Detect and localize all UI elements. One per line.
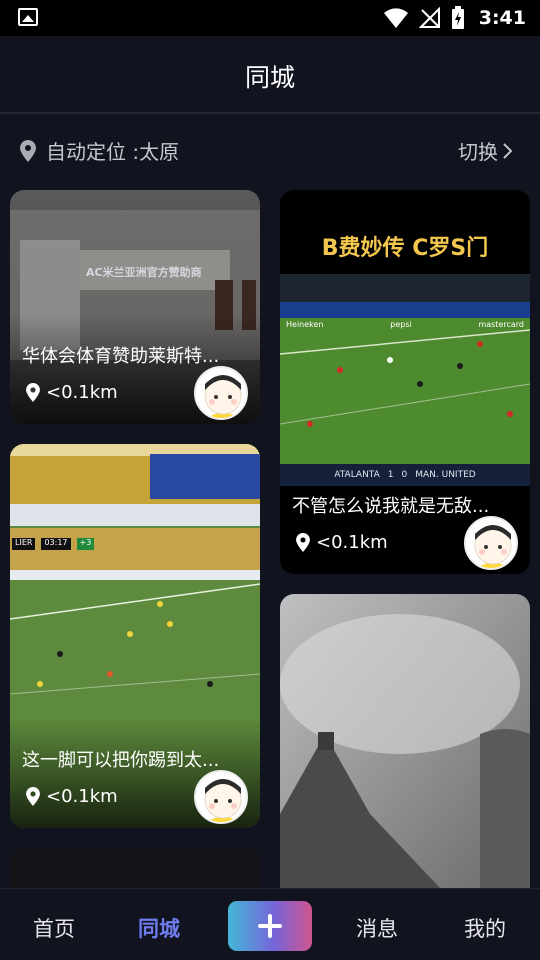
battery-charging-icon (451, 6, 464, 29)
status-time: 3:41 (478, 7, 526, 29)
add-post-button[interactable] (228, 901, 312, 951)
video-card[interactable] (10, 848, 260, 888)
football-video-frame (280, 274, 530, 486)
distance-value: <0.1km (46, 786, 118, 807)
no-signal-icon (418, 7, 440, 28)
plus-icon (258, 914, 282, 938)
video-caption: B费妙传 C罗S门 (321, 236, 489, 261)
match-score-overlay: LIER 03:17 +3 (12, 538, 95, 550)
video-card[interactable]: B费妙传 C罗S门 Heineken pepsi mastercard ATAL… (280, 190, 530, 574)
video-card[interactable]: LIER 03:17 +3 这一脚可以把你踢到太... <0.1km (10, 444, 260, 828)
page-title: 同城 (244, 63, 295, 92)
chevron-right-icon (503, 142, 513, 159)
nav-home[interactable]: 首页 (33, 913, 75, 943)
location-pin-icon (296, 533, 310, 552)
nav-me[interactable]: 我的 (464, 913, 506, 943)
distance-label: <0.1km (26, 382, 118, 403)
ad-board: Heineken pepsi mastercard (286, 320, 524, 329)
distance-label: <0.1km (26, 786, 118, 807)
bottom-nav: 首页 同城 消息 我的 (0, 888, 540, 960)
distance-label: <0.1km (296, 532, 388, 553)
status-bar: 3:41 (0, 0, 540, 36)
wifi-icon (383, 8, 408, 28)
location-indicator: 自动定位 :太原 (20, 136, 179, 165)
thumbnail-overlay-text: AC米兰亚洲官方赞助商 (86, 266, 202, 279)
location-pin-icon (26, 787, 40, 806)
avatar[interactable] (464, 516, 518, 570)
distance-value: <0.1km (46, 382, 118, 403)
location-bar: 自动定位 :太原 切换 (0, 114, 540, 184)
avatar-face-icon (474, 525, 512, 568)
distance-value: <0.1km (316, 532, 388, 553)
video-title: 不管怎么说我就是无敌... (292, 496, 490, 517)
gallery-notification-icon (18, 8, 38, 26)
switch-location-button[interactable]: 切换 (458, 136, 514, 165)
location-pin-icon (20, 139, 36, 162)
video-card[interactable]: AC米兰亚洲官方赞助商 华体会体育赞助莱斯特... <0.1km (10, 190, 260, 424)
video-title: 华体会体育赞助莱斯特... (22, 346, 220, 367)
avatar[interactable] (194, 366, 248, 420)
video-thumbnail (280, 594, 530, 888)
switch-label: 切换 (458, 140, 498, 164)
location-pin-icon (26, 383, 40, 402)
top-bar: 同城 (0, 36, 540, 114)
match-scoreboard: ATALANTA 1 0 MAN. UNITED (334, 470, 476, 480)
nav-same-city[interactable]: 同城 (138, 913, 180, 943)
avatar[interactable] (194, 770, 248, 824)
nav-messages[interactable]: 消息 (356, 913, 398, 943)
video-title: 这一脚可以把你踢到太... (22, 750, 220, 771)
location-label: 自动定位 :太原 (46, 140, 180, 164)
video-card[interactable] (280, 594, 530, 888)
